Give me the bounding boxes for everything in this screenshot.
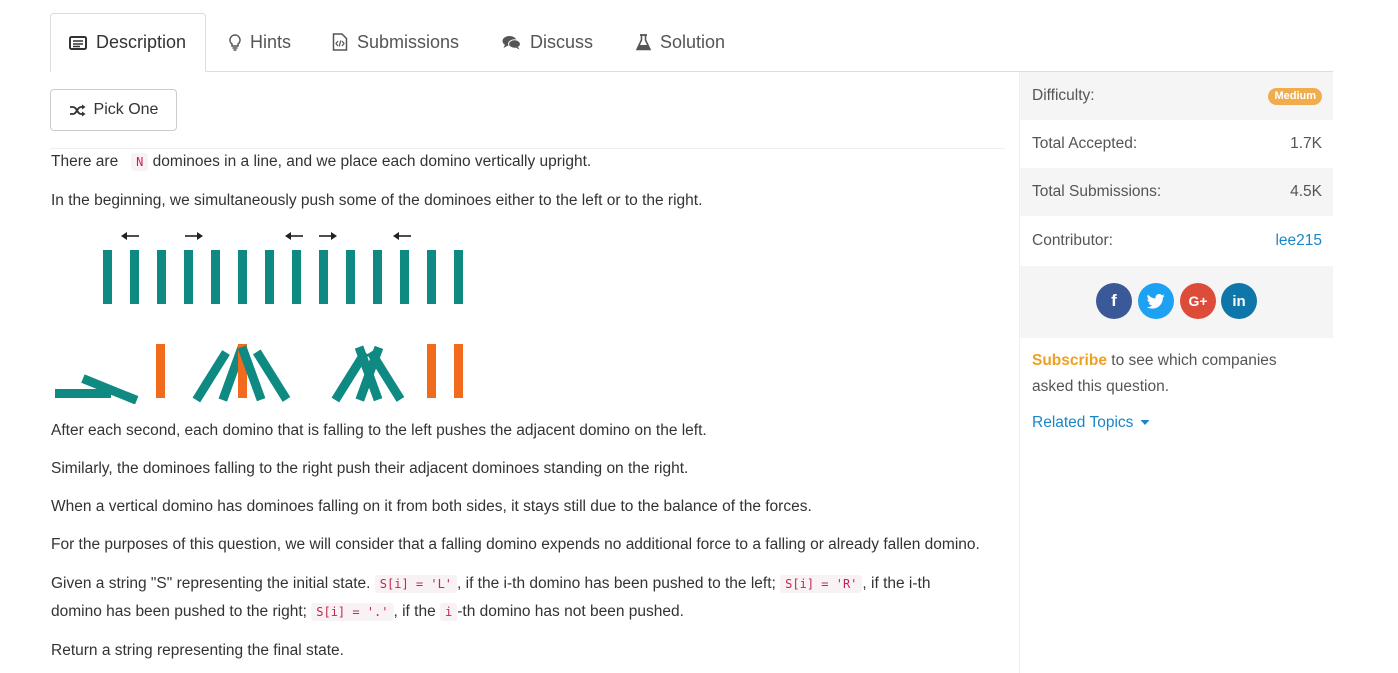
problem-paragraph-5: When a vertical domino has dominoes fall… bbox=[51, 498, 812, 515]
dominoes-illustration bbox=[55, 232, 463, 404]
code-file-icon bbox=[332, 33, 348, 51]
paragraph-text: Given a string "S" representing the init… bbox=[51, 575, 371, 592]
inline-code: i bbox=[440, 603, 458, 621]
push-arrows bbox=[121, 232, 411, 240]
tab-label: Discuss bbox=[530, 31, 594, 52]
contributor-link[interactable]: lee215 bbox=[1275, 232, 1322, 250]
paragraph-text: -th domino has not been pushed. bbox=[457, 603, 684, 620]
facebook-glyph: f bbox=[1111, 291, 1117, 310]
final-state-dominoes bbox=[55, 344, 463, 404]
problem-paragraph-3: After each second, each domino that is f… bbox=[51, 422, 707, 439]
related-topics-label: Related Topics bbox=[1032, 414, 1134, 431]
tab-hints[interactable]: Hints bbox=[229, 13, 291, 71]
subscribe-text: asked this question. bbox=[1032, 378, 1170, 395]
share-buttons: f G+ in bbox=[1020, 266, 1333, 338]
problem-paragraph-2: In the beginning, we simultaneously push… bbox=[51, 192, 703, 209]
difficulty-row: Difficulty: Medium bbox=[1020, 72, 1333, 120]
comments-icon bbox=[502, 35, 521, 49]
tab-label: Hints bbox=[250, 31, 292, 52]
inline-code: N bbox=[131, 153, 149, 171]
difficulty-badge: Medium bbox=[1268, 87, 1322, 105]
total-submissions-value: 4.5K bbox=[1290, 183, 1322, 200]
total-accepted-label: Total Accepted: bbox=[1032, 135, 1138, 152]
problem-paragraph-4: Similarly, the dominoes falling to the r… bbox=[51, 460, 689, 477]
pick-one-button[interactable]: Pick One bbox=[50, 89, 177, 131]
inline-code: S[i] = 'L' bbox=[374, 575, 458, 593]
shuffle-icon bbox=[69, 104, 86, 116]
caret-down-icon bbox=[1140, 420, 1150, 426]
standing-dominoes bbox=[103, 250, 463, 304]
difficulty-label: Difficulty: bbox=[1032, 87, 1095, 104]
flask-icon bbox=[636, 33, 651, 50]
facebook-icon[interactable]: f bbox=[1096, 283, 1132, 319]
tab-label: Submissions bbox=[357, 31, 460, 52]
related-topics-toggle[interactable]: Related Topics bbox=[1032, 414, 1150, 432]
paragraph-text: There are bbox=[51, 153, 119, 170]
paragraph-text: domino has been pushed to the right; bbox=[51, 603, 307, 620]
description-icon bbox=[69, 35, 87, 50]
tab-submissions[interactable]: Submissions bbox=[332, 13, 459, 71]
inline-code: S[i] = '.' bbox=[311, 603, 394, 621]
twitter-icon[interactable] bbox=[1138, 283, 1174, 319]
problem-tabs: Description Hints Submissions Discuss So… bbox=[50, 13, 1333, 72]
paragraph-text: , if the i-th bbox=[862, 575, 931, 592]
total-submissions-row: Total Submissions: 4.5K bbox=[1020, 168, 1333, 216]
twitter-bird bbox=[1147, 293, 1165, 309]
paragraph-text: , if the i-th domino has been pushed to … bbox=[457, 575, 776, 592]
subscribe-link[interactable]: Subscribe bbox=[1032, 352, 1107, 369]
subscribe-text: to see which companies bbox=[1106, 352, 1277, 369]
total-submissions-label: Total Submissions: bbox=[1032, 183, 1162, 200]
tab-label: Solution bbox=[660, 31, 726, 52]
contributor-row: Contributor: lee215 bbox=[1020, 217, 1333, 265]
total-accepted-value: 1.7K bbox=[1290, 135, 1322, 152]
total-accepted-row: Total Accepted: 1.7K bbox=[1020, 120, 1333, 168]
problem-paragraph-8: Return a string representing the final s… bbox=[51, 642, 344, 659]
google-plus-glyph: G+ bbox=[1188, 293, 1208, 309]
linkedin-icon[interactable]: in bbox=[1221, 283, 1257, 319]
problem-paragraph-6: For the purposes of this question, we wi… bbox=[51, 536, 980, 553]
pick-one-label: Pick One bbox=[93, 101, 159, 118]
tab-description[interactable]: Description bbox=[50, 13, 206, 72]
linkedin-glyph: in bbox=[1232, 292, 1246, 310]
tab-label: Description bbox=[96, 32, 187, 52]
inline-code: S[i] = 'R' bbox=[780, 575, 863, 593]
paragraph-text: , if the bbox=[393, 603, 436, 620]
problem-paragraph-1: There are N dominoes in a line, and we p… bbox=[51, 148, 591, 176]
google-plus-icon[interactable]: G+ bbox=[1180, 283, 1216, 319]
tab-solution[interactable]: Solution bbox=[636, 13, 725, 71]
contributor-label: Contributor: bbox=[1032, 232, 1113, 249]
paragraph-text: dominoes in a line, and we place each do… bbox=[152, 153, 592, 170]
problem-paragraph-7: Given a string "S" representing the init… bbox=[51, 570, 930, 626]
lightbulb-icon bbox=[229, 33, 241, 51]
subscribe-message: Subscribe to see which companies asked t… bbox=[1032, 348, 1322, 400]
tab-discuss[interactable]: Discuss bbox=[502, 13, 593, 71]
